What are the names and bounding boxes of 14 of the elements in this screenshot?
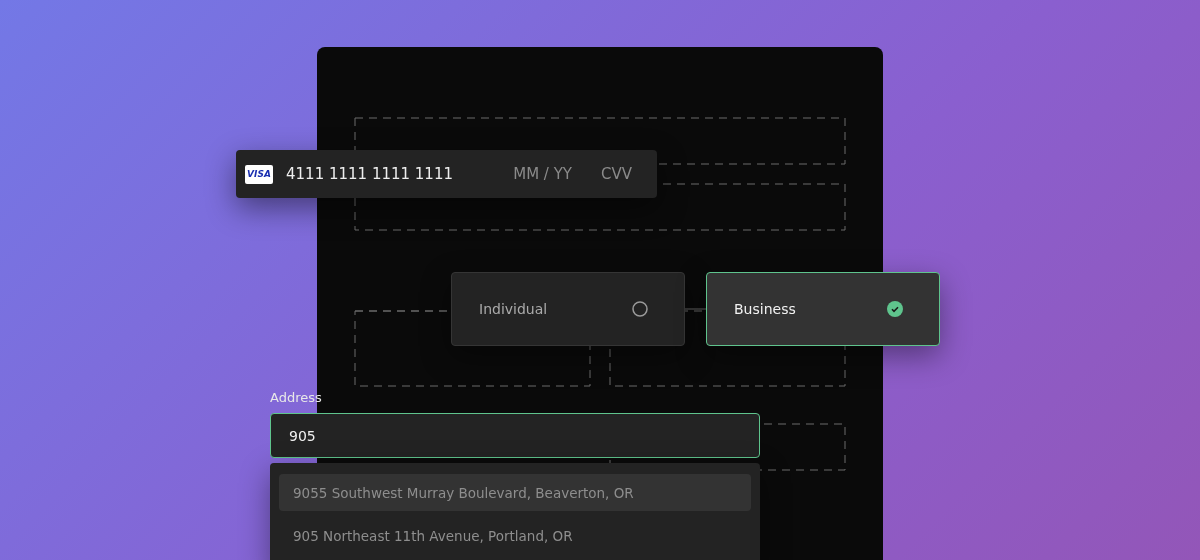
address-field[interactable]: 905 bbox=[270, 413, 760, 458]
cvv-placeholder: CVV bbox=[601, 165, 632, 183]
card-brand-logo: VISA bbox=[245, 164, 273, 184]
check-icon bbox=[887, 301, 903, 317]
card-field[interactable]: VISA 4111 1111 1111 1111 MM / YY CVV bbox=[236, 150, 657, 198]
card-number: 4111 1111 1111 1111 bbox=[286, 165, 454, 183]
option-label: Individual bbox=[479, 301, 548, 317]
suggestion-item[interactable]: 9055 Southwest Murray Boulevard, Beaverton, OR bbox=[279, 474, 751, 511]
expiry-placeholder: MM / YY bbox=[513, 165, 572, 183]
suggestion-item[interactable]: 905 Northeast 11th Avenue, Portland, OR bbox=[279, 517, 751, 554]
option-label: Business bbox=[734, 301, 796, 317]
account-type-option[interactable]: Individual bbox=[451, 272, 685, 346]
account-type-option[interactable]: Business bbox=[706, 272, 940, 346]
radio-icon bbox=[632, 301, 648, 317]
